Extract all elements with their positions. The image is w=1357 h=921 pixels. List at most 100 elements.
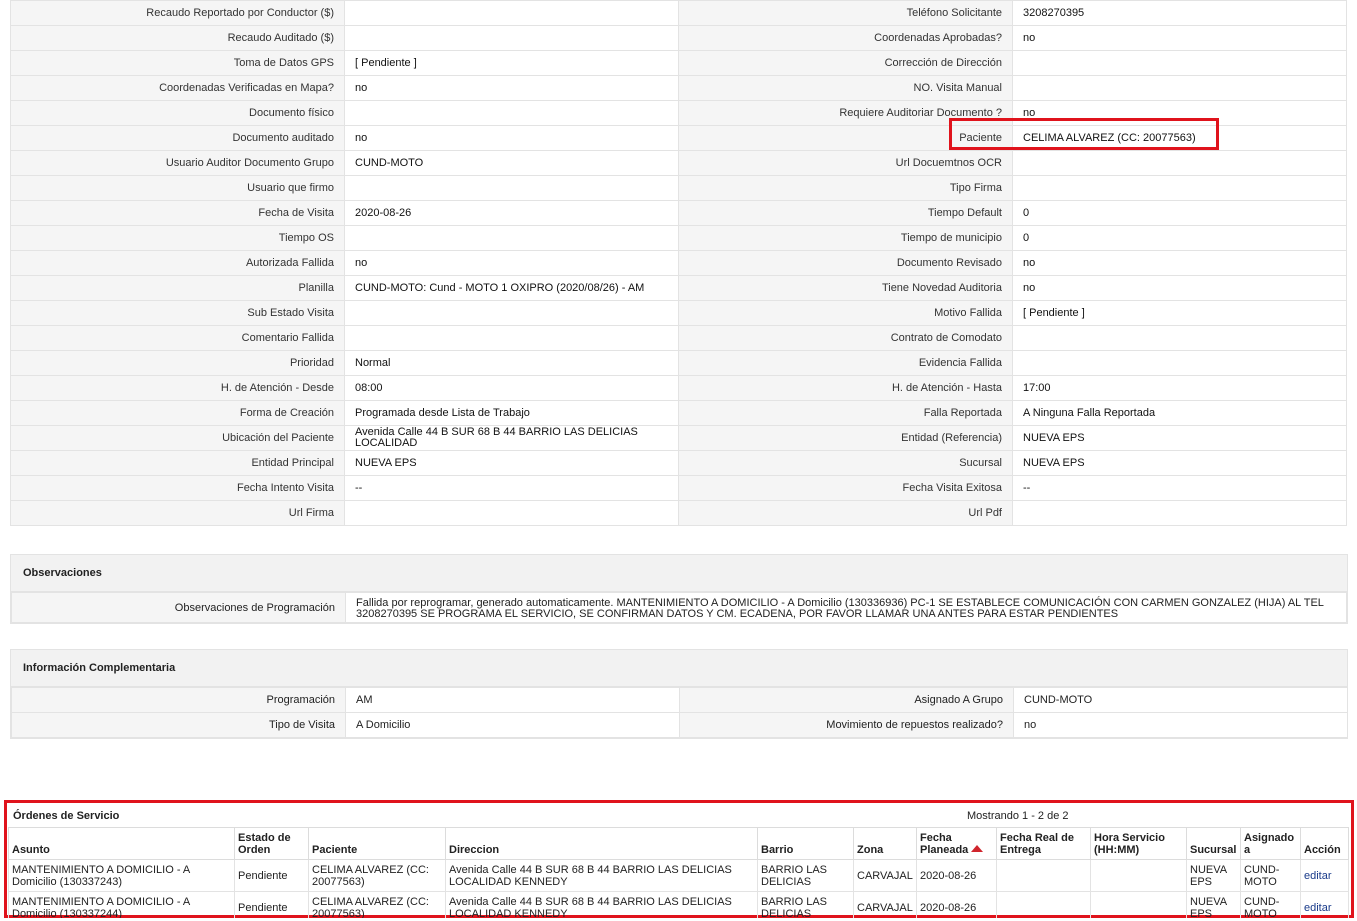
fecha-intento-visita-value: -- [344,475,679,501]
column-header-fecha-planeada[interactable]: Fecha Planeada [916,827,997,860]
toma-de-datos-gps-value: [ Pendiente ] [344,50,679,76]
column-header-label: Asunto [12,844,50,856]
column-header-label: Zona [857,844,884,856]
paciente-value: CELIMA ALVAREZ (CC: 20077563) [1012,125,1347,151]
recaudo-reportado-por-conductor-label: Recaudo Reportado por Conductor ($) [10,0,345,26]
observaciones-title: Observaciones [11,555,1347,592]
observaciones-section: Observaciones Observaciones de Programac… [10,554,1348,624]
column-header-label: Fecha Planeada [920,832,969,856]
tiempo-de-municipio-label: Tiempo de municipio [678,225,1013,251]
sucursal-value: NUEVA EPS [1012,450,1347,476]
column-header-label: Acción [1304,844,1341,856]
requiere-auditoriar-documento-label: Requiere Auditoriar Documento ? [678,100,1013,126]
h-de-atencion-desde-label: H. de Atención - Desde [10,375,345,401]
ordenes-servicio-panel: Órdenes de Servicio Mostrando 1 - 2 de 2… [4,800,1354,918]
telefono-solicitante-label: Teléfono Solicitante [678,0,1013,26]
fecha-visita-exitosa-value: -- [1012,475,1347,501]
coordenadas-verificadas-en-mapa-value: no [344,75,679,101]
detail-row: Usuario Auditor Documento Grupo CUND-MOTO… [10,150,1347,176]
ubicacion-del-paciente-value: Avenida Calle 44 B SUR 68 B 44 BARRIO LA… [344,425,679,451]
evidencia-fallida-label: Evidencia Fallida [678,350,1013,376]
column-header-direccion[interactable]: Direccion [445,827,758,860]
tipo-de-visita-label: Tipo de Visita [11,712,346,738]
cell-fecha-planeada: 2020-08-26 [916,859,997,892]
h-de-atencion-hasta-label: H. de Atención - Hasta [678,375,1013,401]
cell-zona: CARVAJAL [853,859,917,892]
ordenes-title: Órdenes de Servicio [13,810,120,822]
complementaria-row: Tipo de Visita A Domicilio Movimiento de r… [11,712,1348,738]
cell-hora-servicio-hh-mm [1090,859,1187,892]
h-de-atencion-desde-value: 08:00 [344,375,679,401]
column-header-barrio[interactable]: Barrio [757,827,854,860]
column-header-label: Asignado a [1244,832,1295,856]
detail-row: Planilla CUND-MOTO: Cund - MOTO 1 OXIPRO … [10,275,1347,301]
documento-fisico-label: Documento físico [10,100,345,126]
detail-row: Fecha Intento Visita -- Fecha Visita Exit… [10,475,1347,501]
usuario-que-firmo-label: Usuario que firmo [10,175,345,201]
asignado-a-grupo-label: Asignado A Grupo [679,687,1014,713]
cell-estado-de-orden: Pendiente [234,891,309,918]
url-firma-value [344,500,679,526]
cell-accion[interactable]: editar [1300,891,1349,918]
detail-row: Tiempo OS Tiempo de municipio 0 [10,225,1347,251]
detail-row: Url Firma Url Pdf [10,500,1347,526]
cell-sucursal: NUEVA EPS [1186,859,1241,892]
detail-row: Entidad Principal NUEVA EPS Sucursal NUEVA … [10,450,1347,476]
coordenadas-aprobadas-value: no [1012,25,1347,51]
ordenes-table: Asunto Estado de Orden Paciente Direccion Ba… [8,827,1349,918]
programacion-label: Programación [11,687,346,713]
no-visita-manual-value [1012,75,1347,101]
column-header-label: Paciente [312,844,358,856]
movimiento-de-repuestos-realizado-value: no [1013,712,1348,738]
evidencia-fallida-value [1012,350,1347,376]
ordenes-count: Mostrando 1 - 2 de 2 [967,810,1069,822]
documento-auditado-label: Documento auditado [10,125,345,151]
cell-fecha-planeada: 2020-08-26 [916,891,997,918]
cell-fecha-real-de-entrega [996,859,1091,892]
entidad-principal-label: Entidad Principal [10,450,345,476]
complementaria-title: Información Complementaria [11,650,1347,687]
detail-row: Comentario Fallida Contrato de Comodato [10,325,1347,351]
column-header-hora-servicio-hh-mm[interactable]: Hora Servicio (HH:MM) [1090,827,1187,860]
column-header-estado-de-orden[interactable]: Estado de Orden [234,827,309,860]
sort-ascending-icon[interactable] [971,845,984,852]
complementaria-row: Programación AM Asignado A Grupo CUND-MOTO [11,687,1348,713]
cell-barrio: BARRIO LAS DELICIAS [757,859,854,892]
tiempo-os-value [344,225,679,251]
tiempo-de-municipio-value: 0 [1012,225,1347,251]
paciente-label: Paciente [678,125,1013,151]
correccion-de-direccion-value [1012,50,1347,76]
column-header-label: Estado de Orden [238,832,291,856]
recaudo-auditado-label: Recaudo Auditado ($) [10,25,345,51]
column-header-fecha-real-de-entrega[interactable]: Fecha Real de Entrega [996,827,1091,860]
falla-reportada-label: Falla Reportada [678,400,1013,426]
entidad-principal-value: NUEVA EPS [344,450,679,476]
column-header-asignado-a[interactable]: Asignado a [1240,827,1301,860]
usuario-que-firmo-value [344,175,679,201]
falla-reportada-value: A Ninguna Falla Reportada [1012,400,1347,426]
entidad-referencia-label: Entidad (Referencia) [678,425,1013,451]
fecha-de-visita-label: Fecha de Visita [10,200,345,226]
column-header-zona[interactable]: Zona [853,827,917,860]
cell-accion[interactable]: editar [1300,859,1349,892]
cell-barrio: BARRIO LAS DELICIAS [757,891,854,918]
cell-paciente: CELIMA ALVAREZ (CC: 20077563) [308,891,446,918]
documento-fisico-value [344,100,679,126]
fecha-intento-visita-label: Fecha Intento Visita [10,475,345,501]
documento-revisado-label: Documento Revisado [678,250,1013,276]
tipo-firma-value [1012,175,1347,201]
comentario-fallida-value [344,325,679,351]
column-header-accion[interactable]: Acción [1300,827,1349,860]
table-row: MANTENIMIENTO A DOMICILIO - A Domicilio … [8,859,1349,892]
detail-row: H. de Atención - Desde 08:00 H. de Atenció… [10,375,1347,401]
cell-estado-de-orden: Pendiente [234,859,309,892]
url-pdf-label: Url Pdf [678,500,1013,526]
tiempo-os-label: Tiempo OS [10,225,345,251]
column-header-label: Hora Servicio (HH:MM) [1094,832,1165,856]
column-header-sucursal[interactable]: Sucursal [1186,827,1241,860]
column-header-asunto[interactable]: Asunto [8,827,235,860]
tipo-firma-label: Tipo Firma [678,175,1013,201]
h-de-atencion-hasta-value: 17:00 [1012,375,1347,401]
cell-asunto: MANTENIMIENTO A DOMICILIO - A Domicilio … [8,891,235,918]
column-header-paciente[interactable]: Paciente [308,827,446,860]
